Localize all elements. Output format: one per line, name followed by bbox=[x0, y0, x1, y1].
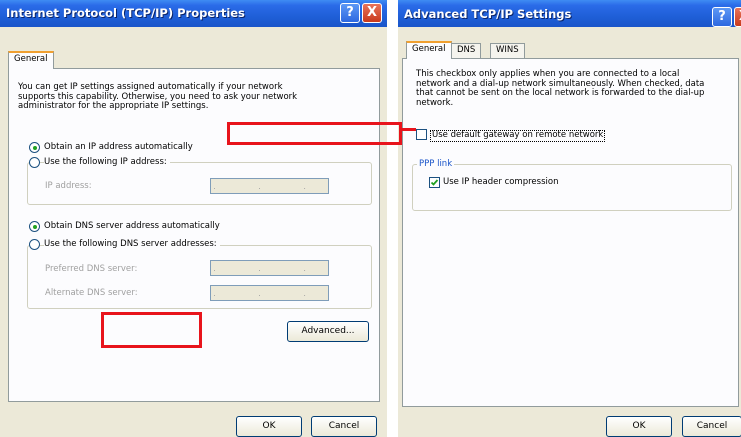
default-gateway-label: Use default gateway on remote network bbox=[430, 130, 606, 142]
ppp-link-label: PPP link bbox=[417, 159, 455, 169]
use-ip-label: Use the following IP address: bbox=[44, 157, 170, 168]
obtain-dns-radio[interactable] bbox=[29, 221, 40, 232]
alternate-dns-dots: . . . bbox=[213, 289, 326, 298]
preferred-dns-field[interactable]: . . . bbox=[210, 260, 329, 276]
ip-address-dots: . . . bbox=[213, 182, 326, 191]
gateway-description: This checkbox only applies when you are … bbox=[416, 69, 705, 108]
use-ip-radio[interactable] bbox=[29, 157, 40, 168]
general-panel: You can get IP settings assigned automat… bbox=[8, 68, 380, 402]
tab-general-advanced[interactable]: General bbox=[406, 41, 452, 59]
ip-address-field[interactable]: . . . bbox=[210, 178, 329, 194]
tab-dns[interactable]: DNS bbox=[451, 43, 482, 59]
intro-text: You can get IP settings assigned automat… bbox=[18, 82, 298, 111]
preferred-dns-label: Preferred DNS server: bbox=[45, 264, 138, 274]
annotation-connector bbox=[402, 128, 416, 131]
default-gateway-checkbox[interactable] bbox=[416, 129, 427, 140]
obtain-dns-label: Obtain DNS server address automatically bbox=[44, 221, 220, 231]
gap bbox=[387, 0, 398, 437]
advanced-button[interactable]: Advanced... bbox=[287, 321, 369, 342]
ok-button-advanced[interactable]: OK bbox=[606, 416, 672, 437]
title-bar[interactable]: Internet Protocol (TCP/IP) Properties ? … bbox=[0, 0, 387, 27]
close-button[interactable]: X bbox=[362, 3, 382, 23]
use-dns-radio[interactable] bbox=[29, 239, 40, 250]
dialog-title: Internet Protocol (TCP/IP) Properties bbox=[6, 6, 245, 20]
cancel-button-advanced[interactable]: Cancel bbox=[682, 416, 741, 437]
dialog-title-advanced: Advanced TCP/IP Settings bbox=[404, 7, 572, 21]
help-button-advanced[interactable]: ? bbox=[712, 7, 732, 27]
alternate-dns-label: Alternate DNS server: bbox=[45, 288, 138, 298]
ok-button[interactable]: OK bbox=[236, 416, 302, 437]
obtain-ip-label: Obtain an IP address automatically bbox=[44, 142, 193, 152]
ip-header-compression-checkbox[interactable] bbox=[429, 177, 440, 188]
use-dns-label: Use the following DNS server addresses: bbox=[44, 239, 220, 250]
cancel-button[interactable]: Cancel bbox=[311, 416, 377, 437]
title-bar-advanced[interactable]: Advanced TCP/IP Settings ? X bbox=[398, 0, 741, 27]
advanced-tcpip-dialog: Advanced TCP/IP Settings ? X General DNS… bbox=[398, 0, 741, 437]
advanced-general-panel: This checkbox only applies when you are … bbox=[402, 58, 739, 407]
tab-wins[interactable]: WINS bbox=[490, 43, 525, 59]
ppp-link-group bbox=[412, 164, 732, 211]
tab-general[interactable]: General bbox=[8, 51, 54, 69]
preferred-dns-dots: . . . bbox=[213, 264, 326, 273]
checkmark-icon bbox=[430, 179, 439, 186]
obtain-ip-radio[interactable] bbox=[29, 142, 40, 153]
help-button[interactable]: ? bbox=[340, 3, 360, 23]
ip-address-label: IP address: bbox=[45, 181, 92, 191]
ip-header-compression-label: Use IP header compression bbox=[443, 177, 559, 187]
alternate-dns-field[interactable]: . . . bbox=[210, 285, 329, 301]
close-button-advanced[interactable]: X bbox=[734, 7, 741, 27]
tcpip-properties-dialog: Internet Protocol (TCP/IP) Properties ? … bbox=[0, 0, 387, 437]
